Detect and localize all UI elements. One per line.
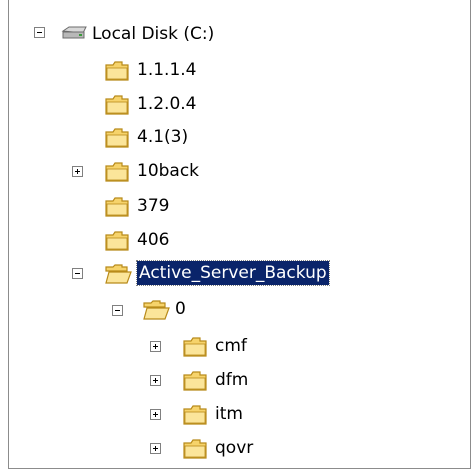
folder-icon	[105, 197, 129, 217]
collapse-root-button[interactable]	[34, 27, 45, 38]
folder-icon	[183, 439, 207, 459]
tree-item-label[interactable]: 379	[137, 194, 169, 218]
collapse-button[interactable]	[112, 305, 123, 316]
tree-item-label[interactable]: qovr	[215, 436, 253, 460]
tree-item-label[interactable]: 4.1(3)	[137, 125, 188, 149]
partial-tree-item	[71, 0, 161, 4]
tree-item-label[interactable]: 0	[175, 297, 186, 321]
folder-icon	[105, 231, 129, 251]
tree-item-label[interactable]: 1.1.1.4	[137, 58, 196, 82]
tree-item-label[interactable]: 1.2.0.4	[137, 92, 196, 116]
tree-item-label[interactable]: 406	[137, 228, 169, 252]
folder-icon	[183, 405, 207, 425]
folder-icon	[183, 371, 207, 391]
tree-item-label[interactable]: dfm	[215, 368, 248, 392]
folder-icon	[105, 95, 129, 115]
expand-button[interactable]	[72, 166, 83, 177]
folder-icon	[105, 162, 129, 182]
folder-icon	[183, 337, 207, 357]
folder-icon	[105, 61, 129, 81]
tree-item-label[interactable]: 10back	[137, 159, 199, 183]
collapse-button[interactable]	[72, 268, 83, 279]
folder-open-icon	[143, 300, 170, 320]
tree-item-label-local-disk[interactable]: Local Disk (C:)	[92, 22, 214, 46]
expand-button[interactable]	[150, 409, 161, 420]
hard-drive-icon	[61, 26, 87, 39]
tree-item-label[interactable]: itm	[215, 402, 243, 426]
folder-tree-panel: Local Disk (C:) 1.1.1.4 1.2.0.4 4.1(3) 1…	[8, 0, 471, 469]
tree-item-label[interactable]: cmf	[215, 334, 247, 358]
folder-open-icon	[105, 264, 132, 284]
expand-button[interactable]	[150, 443, 161, 454]
expand-button[interactable]	[150, 341, 161, 352]
tree-item-label-selected[interactable]: Active_Server_Backup	[136, 260, 330, 286]
expand-button[interactable]	[150, 375, 161, 386]
folder-icon	[105, 128, 129, 148]
